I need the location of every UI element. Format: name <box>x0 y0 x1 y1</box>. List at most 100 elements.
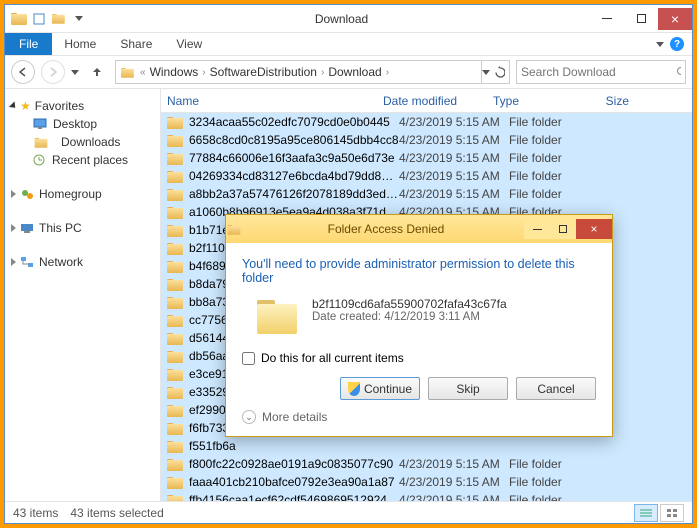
folder-icon <box>167 332 183 345</box>
file-name: f800fc22c0928ae0191a9c0835077c90 <box>189 457 399 471</box>
do-all-label: Do this for all current items <box>261 351 404 365</box>
qat-properties-icon[interactable] <box>31 11 47 27</box>
table-row[interactable]: 04269334cd83127e6bcda4bd79dd847a4/23/201… <box>161 167 692 185</box>
maximize-button[interactable] <box>624 8 658 30</box>
file-name: 3234acaa55c02edfc7079cd0e0b0445 <box>189 115 399 129</box>
col-size[interactable]: Size <box>573 94 629 108</box>
folder-icon <box>167 152 183 165</box>
file-modified: 4/23/2019 5:15 AM <box>399 115 509 129</box>
chevron-right-icon[interactable]: › <box>384 67 391 78</box>
skip-button[interactable]: Skip <box>428 377 508 400</box>
col-name[interactable]: Name <box>167 94 383 108</box>
nav-desktop[interactable]: Desktop <box>9 115 156 133</box>
chevron-right-icon[interactable]: › <box>319 67 326 78</box>
dialog-maximize-button[interactable] <box>550 219 576 239</box>
dialog-folder-info: b2f1109cd6afa55900702fafa43c67fa Date cr… <box>254 297 596 337</box>
window-title: Download <box>93 12 590 26</box>
chevron-right-icon[interactable]: › <box>200 67 207 78</box>
favorites-group[interactable]: ★ Favorites <box>9 97 156 115</box>
folder-icon <box>167 224 183 237</box>
table-row[interactable]: ffb4156caa1ecf62cdf54698695129244/23/201… <box>161 491 692 501</box>
dialog-message: You'll need to provide administrator per… <box>242 257 596 285</box>
recent-icon <box>33 154 46 167</box>
file-modified: 4/23/2019 5:15 AM <box>399 169 509 183</box>
folder-icon <box>167 476 183 489</box>
dialog-titlebar[interactable]: Folder Access Denied × <box>226 215 612 243</box>
refresh-button[interactable] <box>481 60 505 84</box>
col-modified[interactable]: Date modified <box>383 94 493 108</box>
share-tab[interactable]: Share <box>108 33 164 55</box>
breadcrumb[interactable]: « Windows › SoftwareDistribution › Downl… <box>115 60 510 84</box>
folder-icon <box>167 404 183 417</box>
expand-icon[interactable] <box>9 101 18 110</box>
minimize-button[interactable] <box>590 8 624 30</box>
table-row[interactable]: f551fb6a <box>161 437 692 455</box>
thispc-item[interactable]: This PC <box>9 219 156 237</box>
help-icon[interactable]: ? <box>670 37 684 51</box>
continue-button[interactable]: Continue <box>340 377 420 400</box>
details-view-button[interactable] <box>634 504 658 522</box>
expand-icon[interactable] <box>11 224 16 232</box>
view-tab[interactable]: View <box>164 33 214 55</box>
up-button[interactable] <box>85 60 109 84</box>
table-row[interactable]: f800fc22c0928ae0191a9c0835077c904/23/201… <box>161 455 692 473</box>
col-type[interactable]: Type <box>493 94 573 108</box>
nav-recent[interactable]: Recent places <box>9 151 156 169</box>
breadcrumb-item[interactable]: Download <box>328 65 381 79</box>
chevron-left-icon[interactable]: « <box>138 67 148 78</box>
file-type: File folder <box>509 475 589 489</box>
qat-newfolder-icon[interactable] <box>51 11 67 27</box>
folder-icon <box>167 116 183 129</box>
history-dropdown-icon[interactable] <box>71 70 79 75</box>
file-type: File folder <box>509 493 589 501</box>
ribbon: File Home Share View ? <box>5 33 692 56</box>
file-type: File folder <box>509 187 589 201</box>
icons-view-button[interactable] <box>660 504 684 522</box>
dialog-minimize-button[interactable] <box>524 219 550 239</box>
table-row[interactable]: faaa401cb210bafce0792e3ea90a1a874/23/201… <box>161 473 692 491</box>
expand-icon[interactable] <box>11 190 16 198</box>
do-all-checkbox-row[interactable]: Do this for all current items <box>242 351 596 365</box>
file-modified: 4/23/2019 5:15 AM <box>399 151 509 165</box>
file-name: f551fb6a <box>189 439 399 453</box>
breadcrumb-item[interactable]: Windows <box>150 65 199 79</box>
qat-dropdown-icon[interactable] <box>71 11 87 27</box>
file-name: 6658c8cd0c8195a95ce806145dbb4cc8 <box>189 133 399 147</box>
network-item[interactable]: Network <box>9 253 156 271</box>
file-modified: 4/23/2019 5:15 AM <box>399 493 509 501</box>
file-tab[interactable]: File <box>5 33 52 55</box>
dialog-folder-date: Date created: 4/12/2019 3:11 AM <box>312 311 507 323</box>
file-name: a8bb2a37a57476126f2078189dd3ed6e <box>189 187 399 201</box>
search-box[interactable] <box>516 60 686 84</box>
table-row[interactable]: 3234acaa55c02edfc7079cd0e0b04454/23/2019… <box>161 113 692 131</box>
table-row[interactable]: a8bb2a37a57476126f2078189dd3ed6e4/23/201… <box>161 185 692 203</box>
home-tab[interactable]: Home <box>52 33 108 55</box>
file-name: 77884c66006e16f3aafa3c9a50e6d73e <box>189 151 399 165</box>
folder-icon <box>167 386 183 399</box>
search-input[interactable] <box>521 65 676 79</box>
desktop-icon <box>33 118 47 130</box>
file-type: File folder <box>509 115 589 129</box>
file-name: faaa401cb210bafce0792e3ea90a1a87 <box>189 475 399 489</box>
forward-button[interactable] <box>41 60 65 84</box>
address-bar-row: « Windows › SoftwareDistribution › Downl… <box>5 56 692 88</box>
chevron-down-icon: ⌄ <box>242 410 256 424</box>
table-row[interactable]: 77884c66006e16f3aafa3c9a50e6d73e4/23/201… <box>161 149 692 167</box>
dialog-close-button[interactable]: × <box>576 219 612 239</box>
cancel-button[interactable]: Cancel <box>516 377 596 400</box>
file-modified: 4/23/2019 5:15 AM <box>399 187 509 201</box>
expand-icon[interactable] <box>11 258 16 266</box>
more-details-toggle[interactable]: ⌄ More details <box>242 410 596 424</box>
do-all-checkbox[interactable] <box>242 352 255 365</box>
file-type: File folder <box>509 133 589 147</box>
folder-icon <box>167 170 183 183</box>
search-icon <box>676 66 681 79</box>
nav-downloads[interactable]: Downloads <box>9 133 156 151</box>
table-row[interactable]: 6658c8cd0c8195a95ce806145dbb4cc84/23/201… <box>161 131 692 149</box>
back-button[interactable] <box>11 60 35 84</box>
breadcrumb-item[interactable]: SoftwareDistribution <box>210 65 317 79</box>
homegroup-item[interactable]: Homegroup <box>9 185 156 203</box>
file-type: File folder <box>509 169 589 183</box>
close-button[interactable]: × <box>658 8 692 30</box>
ribbon-expand-icon[interactable] <box>656 42 664 47</box>
